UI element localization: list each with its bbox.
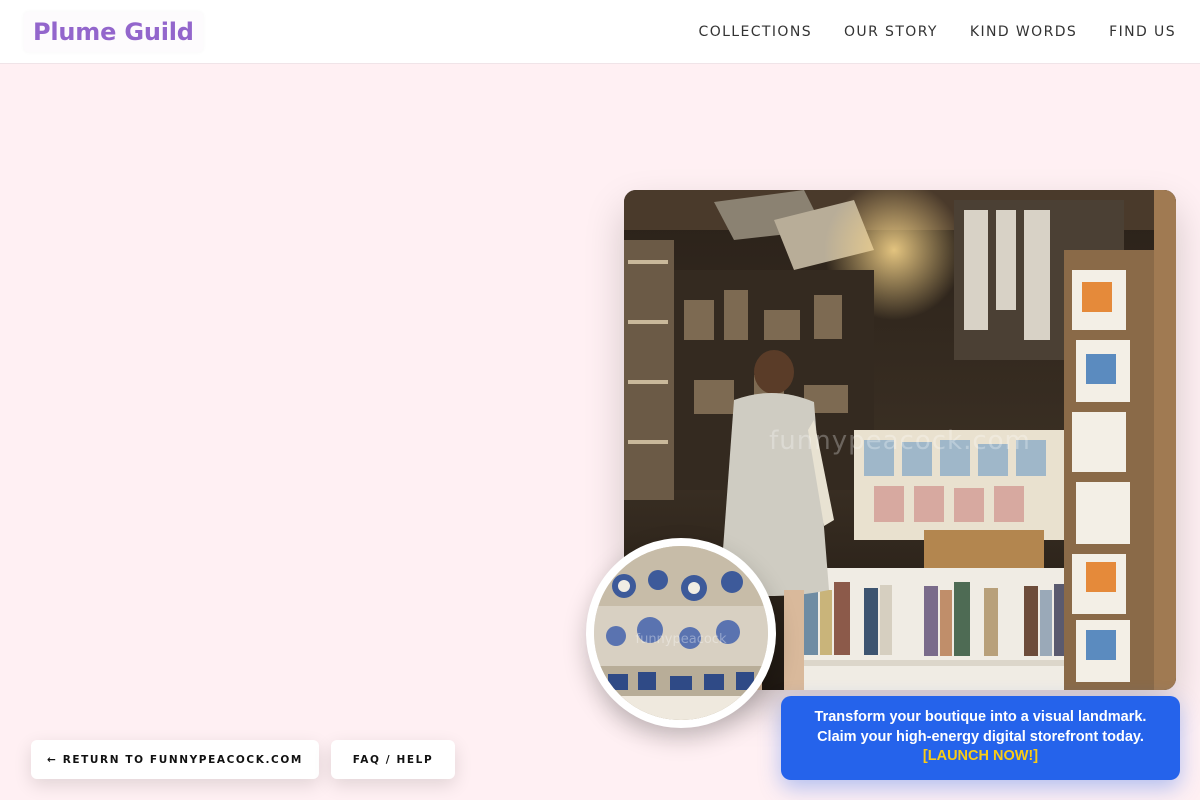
- nav-item-kind-words[interactable]: KIND WORDS: [970, 24, 1077, 40]
- inset-watermark: funnypeacock: [635, 632, 727, 647]
- top-navigation-bar: Plume Guild COLLECTIONS OUR STORY KIND W…: [0, 0, 1200, 64]
- nav-item-our-story[interactable]: OUR STORY: [844, 24, 938, 40]
- faq-help-button[interactable]: FAQ / HELP: [331, 740, 455, 779]
- promo-line-2: Claim your high-energy digital storefron…: [817, 728, 1144, 745]
- nav-item-collections[interactable]: COLLECTIONS: [699, 24, 812, 40]
- brand-logo[interactable]: Plume Guild: [24, 11, 203, 52]
- promo-launch-link[interactable]: [LAUNCH NOW!]: [781, 747, 1180, 767]
- hero-watermark: funnypeacock.com: [769, 426, 1031, 456]
- return-to-site-button[interactable]: ← RETURN TO FUNNYPEACOCK.COM: [31, 740, 319, 779]
- inset-circle-photo: funnypeacock: [586, 538, 776, 728]
- nav-item-find-us[interactable]: FIND US: [1109, 24, 1176, 40]
- main-nav: COLLECTIONS OUR STORY KIND WORDS FIND US: [699, 24, 1176, 40]
- promo-line-1: Transform your boutique into a visual la…: [814, 709, 1147, 725]
- promo-banner[interactable]: Transform your boutique into a visual la…: [781, 696, 1180, 780]
